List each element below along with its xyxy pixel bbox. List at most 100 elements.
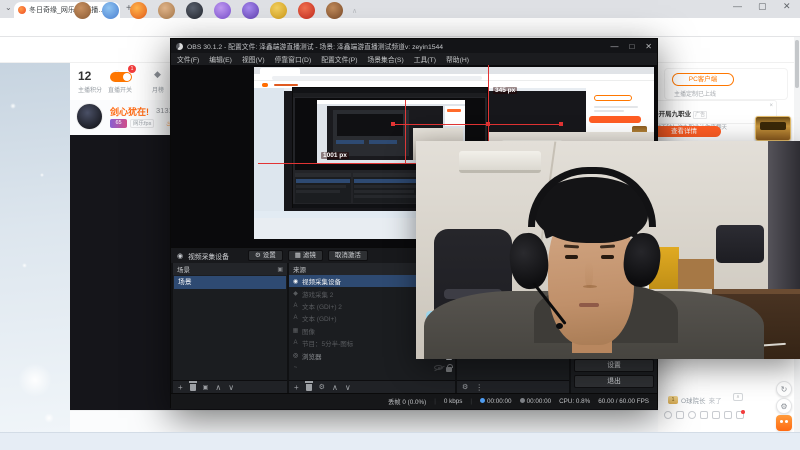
- remove-scene-button[interactable]: [188, 381, 197, 391]
- obs-titlebar[interactable]: OBS 30.1.2 - 配置文件: 泽鑫端游直播测试 - 场景: 泽鑫端游直播…: [171, 39, 657, 53]
- tool-icon-3[interactable]: [724, 411, 732, 419]
- menu-view[interactable]: 视图(V): [242, 54, 265, 64]
- toggle-badge: 1: [128, 65, 136, 73]
- gift-cross-icon[interactable]: [270, 2, 287, 19]
- media-source-icon: ~: [293, 364, 298, 371]
- add-source-button[interactable]: +: [294, 383, 299, 392]
- gift-bowl-icon[interactable]: [242, 2, 259, 19]
- dock-popout-icon[interactable]: ▣: [277, 266, 283, 273]
- gift-collapse-icon[interactable]: ∧: [352, 7, 357, 15]
- source-properties-icon[interactable]: ⚙: [319, 383, 325, 391]
- crop-width-label: 1001 px: [321, 152, 349, 159]
- tool-icon-notify[interactable]: [736, 410, 745, 419]
- camera-icon: ◉: [177, 252, 184, 260]
- window-minimize-button[interactable]: —: [733, 1, 742, 11]
- gift-cloud-icon[interactable]: [102, 2, 119, 19]
- browser-tabstrip: ⌄ 冬日奇缘_网乐fps直播_网乐fp × + — ▢ ✕: [0, 0, 800, 18]
- obs-settings-button[interactable]: 设置: [574, 359, 654, 372]
- chat-username[interactable]: O球院长: [681, 395, 706, 405]
- emoji-icon[interactable]: [664, 411, 672, 419]
- menu-docks[interactable]: 停靠窗口(D): [275, 54, 312, 64]
- rec-timer: 00:00:00: [480, 398, 512, 405]
- menu-help[interactable]: 帮助(H): [446, 54, 469, 64]
- menu-scene-collection[interactable]: 场景集合(S): [367, 54, 403, 64]
- rec-dot-icon: [480, 398, 486, 403]
- scene-down-button[interactable]: ∨: [228, 383, 234, 392]
- gift-flame-icon[interactable]: [130, 2, 147, 19]
- obs-maximize-icon[interactable]: □: [629, 42, 634, 51]
- tab-favicon: [18, 6, 26, 14]
- star-tool-icon[interactable]: [688, 411, 696, 419]
- streamer-avatar[interactable]: [76, 103, 103, 130]
- air-conditioner: [459, 151, 541, 173]
- scene-up-button[interactable]: ∧: [215, 383, 221, 392]
- text-source-icon: A: [293, 302, 298, 309]
- obs-close-icon[interactable]: ✕: [645, 42, 652, 51]
- mixer-menu-icon[interactable]: ⋮: [475, 383, 483, 392]
- gold-event-badge[interactable]: [755, 116, 791, 141]
- window-close-button[interactable]: ✕: [783, 1, 791, 12]
- dropped-frames: 丢帧 0 (0.0%): [388, 399, 427, 406]
- gift-bar: [70, 410, 658, 432]
- stream-dot-icon: [519, 398, 525, 403]
- score-value: 12: [78, 69, 92, 83]
- browser-source-icon: ◎: [292, 353, 299, 360]
- add-scene-button[interactable]: +: [178, 383, 183, 392]
- scenes-dock: 场景 ▣ 场景 + ▣ ∧ ∨: [173, 263, 287, 393]
- scene-item[interactable]: 场景: [174, 276, 286, 289]
- tool-icon-1[interactable]: [700, 411, 708, 419]
- filter-icon: ▦: [294, 251, 301, 259]
- menu-profile[interactable]: 配置文件(P): [321, 54, 357, 64]
- fan-badge: 65: [110, 119, 127, 128]
- rank-shield-icon[interactable]: ◆: [154, 69, 161, 80]
- crop-handle-left[interactable]: [391, 122, 395, 126]
- gift-spade-icon[interactable]: [186, 2, 203, 19]
- lock-icon[interactable]: [446, 363, 453, 372]
- gamepad-icon: ◆: [293, 291, 298, 298]
- ad-cta-button[interactable]: 查看详情: [647, 126, 721, 137]
- cardboard-box: [678, 259, 714, 289]
- gift-box-icon[interactable]: [298, 2, 315, 19]
- menu-edit[interactable]: 编辑(E): [209, 54, 232, 64]
- chat-collapse-button[interactable]: ∧: [733, 393, 743, 401]
- source-deactivate-button[interactable]: 取消激活: [327, 250, 368, 261]
- source-filters-button[interactable]: ▦ 滤镜: [287, 250, 323, 261]
- remove-source-button[interactable]: [304, 381, 313, 391]
- scene-filters-button[interactable]: ▣: [203, 384, 209, 391]
- obs-minimize-icon[interactable]: —: [610, 42, 618, 51]
- gift-gem-icon[interactable]: [214, 2, 231, 19]
- mixer-config-icon[interactable]: ⚙: [462, 383, 468, 391]
- tab-search-icon[interactable]: ⌄: [5, 3, 12, 12]
- source-down-button[interactable]: ∨: [345, 383, 351, 392]
- scrollbar-thumb[interactable]: [795, 40, 799, 88]
- gift-horse-icon[interactable]: [326, 2, 343, 19]
- category-tag[interactable]: 网乐fps: [130, 119, 155, 128]
- eye-off-icon[interactable]: [434, 365, 443, 371]
- tool-icon-2[interactable]: [712, 411, 720, 419]
- menu-tools[interactable]: 工具(T): [414, 54, 436, 64]
- source-up-button[interactable]: ∧: [332, 383, 338, 392]
- crop-guide-horizontal[interactable]: [393, 124, 563, 125]
- scenes-toolbar: + ▣ ∧ ∨: [173, 380, 287, 393]
- plane-icon[interactable]: [676, 411, 684, 419]
- pc-client-button[interactable]: PC客户端: [672, 73, 734, 86]
- ad-close-icon[interactable]: ×: [769, 103, 773, 109]
- gear-icon: ⚙: [254, 251, 261, 259]
- source-row[interactable]: ~: [289, 362, 455, 374]
- gift-dog-icon[interactable]: [74, 2, 91, 19]
- obs-exit-button[interactable]: 退出: [574, 375, 654, 388]
- window-maximize-button[interactable]: ▢: [758, 1, 767, 12]
- webcam-window[interactable]: [416, 141, 800, 359]
- chat-message: 1 O球院长 来了: [668, 395, 722, 405]
- crop-handle-right[interactable]: [559, 122, 563, 126]
- camera-icon: ◉: [292, 278, 299, 285]
- menu-file[interactable]: 文件(F): [177, 54, 199, 64]
- history-float-button[interactable]: ↻: [776, 381, 792, 397]
- settings-float-button[interactable]: ⚙: [776, 398, 792, 414]
- gift-monkey-icon[interactable]: [158, 2, 175, 19]
- crop-handle-center[interactable]: [486, 122, 490, 126]
- live-toggle[interactable]: [110, 72, 132, 82]
- source-properties-button[interactable]: ⚙ 设置: [247, 250, 283, 261]
- assistant-float-button[interactable]: [776, 415, 792, 431]
- streamer-name: 剑心犹在!: [110, 107, 149, 117]
